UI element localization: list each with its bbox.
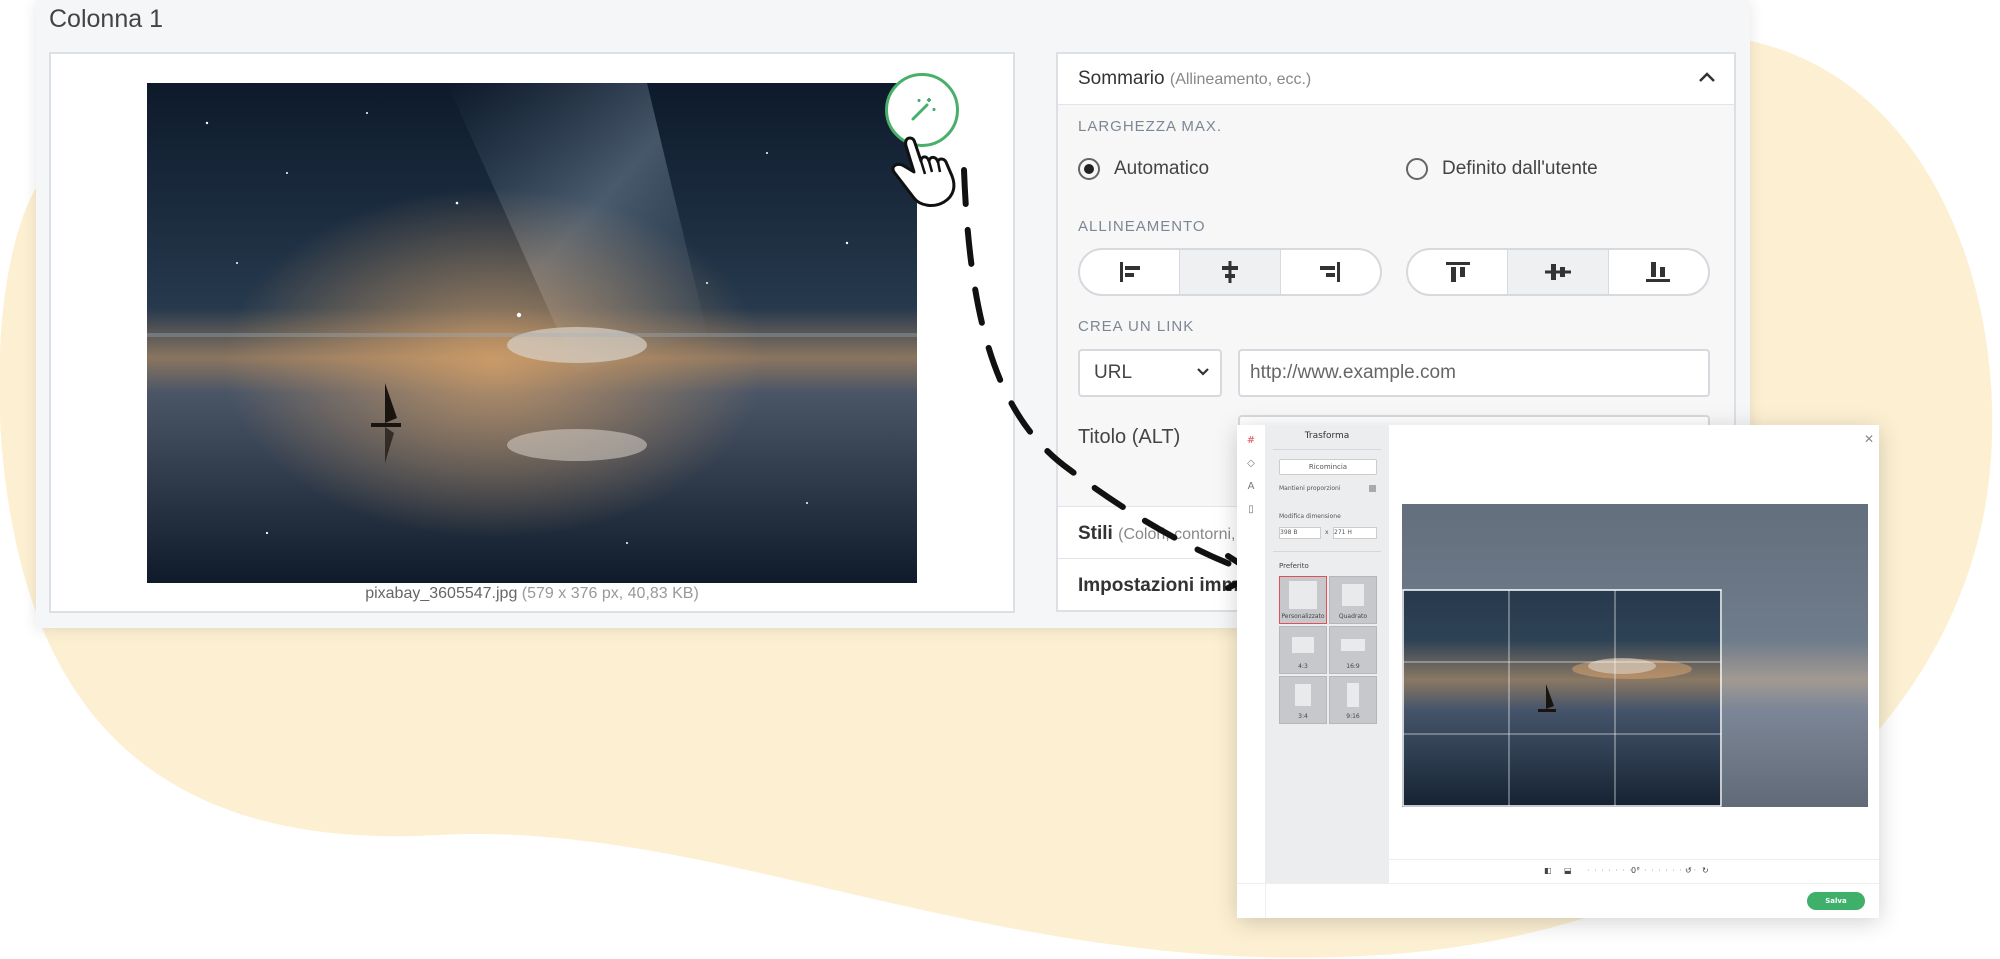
transform-title: Trasforma [1304, 431, 1350, 441]
align-top-icon [1445, 262, 1470, 282]
width-unit: B [1293, 529, 1298, 536]
url-placeholder: http://www.example.com [1250, 362, 1456, 383]
preferred-label: Preferito [1279, 562, 1309, 570]
bookmark-icon[interactable]: ▯ [1245, 504, 1257, 516]
ratio-shape [1289, 581, 1317, 610]
column-title: Colonna 1 [49, 5, 163, 33]
rotation-value: 0° [1631, 866, 1641, 875]
alt-title-label: Titolo (ALT) [1078, 426, 1181, 448]
height-unit: H [1347, 529, 1352, 536]
image-filename: pixabay_3605547.jpg [365, 585, 518, 602]
align-right-icon [1320, 262, 1341, 282]
keep-ratio-label: Mantieni proporzioni [1279, 485, 1341, 492]
ratio-shape [1295, 684, 1311, 707]
crop-icon[interactable]: # [1245, 435, 1257, 447]
image-caption: pixabay_3605547.jpg (579 x 376 px, 40,83… [51, 585, 1013, 603]
max-width-label: LARGHEZZA MAX. [1078, 118, 1223, 135]
align-right-button[interactable] [1281, 250, 1380, 294]
align-middle-button[interactable] [1508, 250, 1609, 294]
drop-icon[interactable]: ◇ [1245, 458, 1257, 470]
resize-label: Modifica dimensione [1279, 513, 1341, 520]
align-top-button[interactable] [1408, 250, 1509, 294]
horizontal-align-group [1078, 248, 1382, 296]
radio-user-label: Definito dall'utente [1442, 158, 1598, 179]
styles-title: Stili [1078, 523, 1113, 544]
ratio-square[interactable]: Quadrato [1329, 576, 1377, 624]
ratio-shape [1347, 683, 1359, 708]
width-input[interactable]: 398 B [1279, 527, 1321, 539]
align-left-button[interactable] [1080, 250, 1181, 294]
rotate-right-icon[interactable]: ↻ [1702, 866, 1709, 875]
align-middle-icon [1544, 264, 1571, 280]
image-preview-card: pixabay_3605547.jpg (579 x 376 px, 40,83… [49, 52, 1015, 613]
reset-button[interactable]: Ricomincia [1279, 459, 1377, 475]
link-label: CREA UN LINK [1078, 318, 1195, 335]
summary-title: Sommario [1078, 68, 1165, 89]
ratio-label: 4:3 [1298, 663, 1308, 670]
link-type-select[interactable]: URL [1078, 349, 1222, 397]
ratio-shape [1342, 584, 1364, 607]
ratio-4-3[interactable]: 4:3 [1279, 626, 1327, 674]
height-input[interactable]: 271 H [1333, 527, 1377, 539]
image-meta: (579 x 376 px, 40,83 KB) [521, 585, 699, 602]
save-button[interactable]: Salva [1807, 892, 1865, 910]
radio-icon-checked [1078, 158, 1100, 180]
align-center-button[interactable] [1180, 250, 1281, 294]
ratio-shape [1292, 637, 1314, 654]
ratio-3-4[interactable]: 3:4 [1279, 676, 1327, 724]
url-input[interactable]: http://www.example.com [1238, 349, 1710, 397]
chevron-down-icon [1197, 368, 1209, 376]
image-preview[interactable] [147, 83, 917, 583]
ratio-custom[interactable]: Personalizzato [1279, 576, 1327, 624]
ratio-9-16[interactable]: 9:16 [1329, 676, 1377, 724]
ratio-label: Quadrato [1338, 613, 1368, 620]
link-type-value: URL [1094, 362, 1133, 383]
vertical-align-group [1406, 248, 1710, 296]
keep-ratio-checkbox[interactable] [1369, 485, 1376, 492]
times-sign: x [1325, 529, 1329, 536]
summary-subtitle: (Allineamento, ecc.) [1169, 71, 1312, 88]
magic-wand-icon [911, 98, 936, 121]
align-left-icon [1119, 262, 1140, 282]
editor-footer: Salva [1237, 883, 1879, 919]
text-icon[interactable]: A [1245, 481, 1257, 493]
width-value: 398 [1280, 529, 1292, 536]
pointer-hand-icon [891, 136, 956, 207]
crop-canvas[interactable] [1402, 504, 1868, 807]
image-editor-modal: # ◇ A ▯ Trasforma Ricomincia Mantieni pr… [1237, 425, 1879, 918]
ratio-label: 3:4 [1298, 713, 1308, 720]
ratio-label: 16:9 [1346, 663, 1360, 670]
align-center-icon [1221, 261, 1238, 283]
ratio-shape [1341, 639, 1365, 652]
alignment-label: ALLINEAMENTO [1078, 218, 1206, 235]
align-bottom-icon [1646, 262, 1671, 282]
radio-automatic-label: Automatico [1114, 158, 1210, 179]
height-value: 271 [1334, 529, 1346, 536]
editor-toolbar: # ◇ A ▯ [1237, 425, 1266, 918]
ratio-16-9[interactable]: 16:9 [1329, 626, 1377, 674]
summary-header[interactable]: Sommario (Allineamento, ecc.) [1058, 54, 1734, 105]
rotate-left-icon[interactable]: ↺ [1685, 866, 1692, 875]
radio-user-defined[interactable]: Definito dall'utente [1406, 158, 1598, 180]
flip-vertical-icon[interactable]: ⬓ [1564, 866, 1572, 875]
align-bottom-button[interactable] [1609, 250, 1708, 294]
chevron-up-icon[interactable] [1698, 70, 1716, 84]
ratio-label: Personalizzato [1281, 613, 1325, 620]
divider [1273, 551, 1381, 552]
transform-controls-bar: ◧ ⬓ · · · · · · · · 0° · · · · · · · · ↺… [1389, 859, 1879, 884]
radio-icon-unchecked [1406, 158, 1428, 180]
ratio-label: 9:16 [1346, 713, 1360, 720]
transform-panel: Trasforma Ricomincia Mantieni proporzion… [1265, 425, 1389, 883]
close-icon[interactable]: ✕ [1864, 432, 1874, 446]
divider [1273, 449, 1381, 450]
flip-horizontal-icon[interactable]: ◧ [1544, 866, 1552, 875]
radio-automatic[interactable]: Automatico [1078, 158, 1209, 180]
